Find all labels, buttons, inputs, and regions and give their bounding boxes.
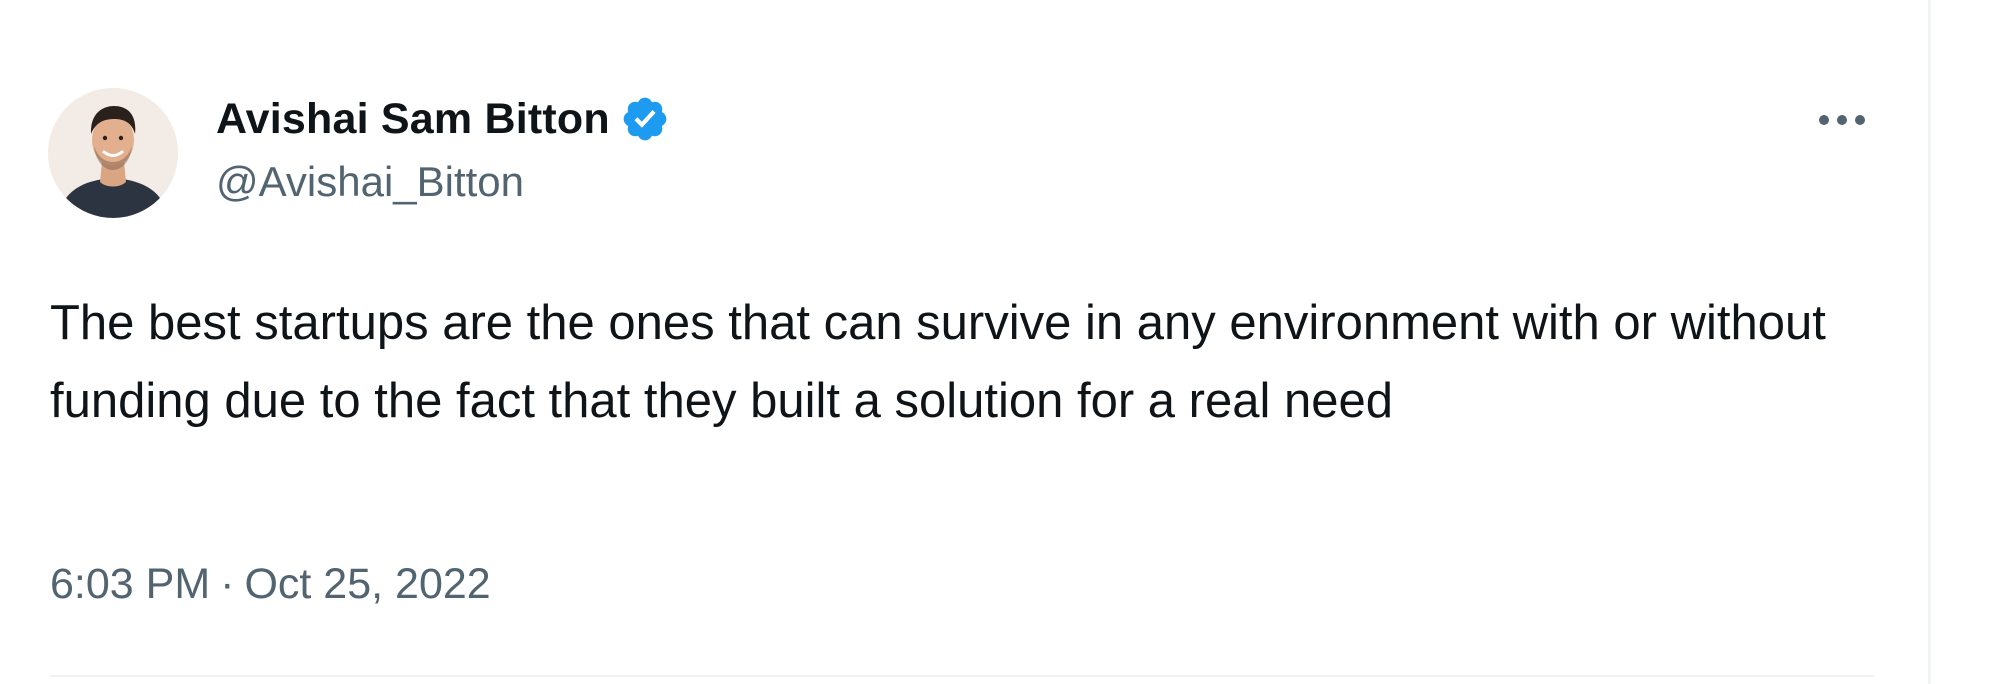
more-options-button[interactable] [1814, 96, 1870, 144]
tweet-timestamp: 6:03 PM · Oct 25, 2022 [50, 560, 491, 609]
tweet-time-link[interactable]: 6:03 PM [50, 560, 210, 609]
tweet-date-link[interactable]: Oct 25, 2022 [244, 560, 490, 609]
author-handle[interactable]: @Avishai_Bitton [216, 158, 524, 206]
more-options-icon [1819, 115, 1865, 125]
avatar-image [48, 88, 178, 218]
tweet-text: The best startups are the ones that can … [50, 296, 1826, 428]
timestamp-separator: · [220, 560, 235, 608]
tweet: Avishai Sam Bitton @Avishai_Bitton The b… [0, 0, 1928, 684]
avatar[interactable] [48, 88, 178, 218]
author-name-row: Avishai Sam Bitton [216, 92, 670, 146]
verified-badge-icon[interactable] [620, 94, 670, 144]
author-display-name[interactable]: Avishai Sam Bitton [216, 95, 610, 144]
tweet-bottom-divider [50, 675, 1874, 677]
right-column-divider [1928, 0, 1931, 684]
